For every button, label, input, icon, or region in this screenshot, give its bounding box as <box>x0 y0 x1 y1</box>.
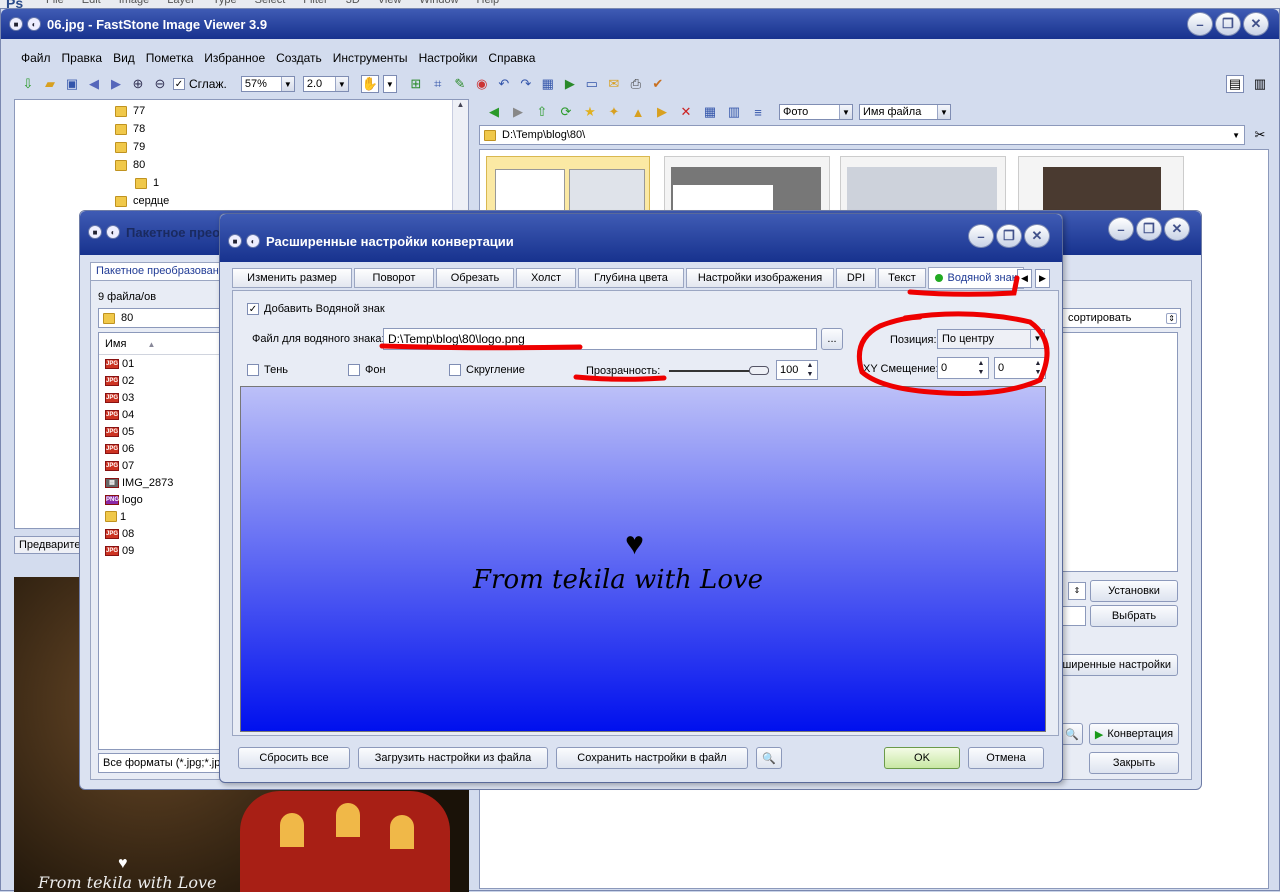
circle-position <box>856 311 1050 396</box>
underline-transparency <box>573 374 667 382</box>
red-annotations <box>379 275 1050 396</box>
underline-file <box>379 343 583 351</box>
underline-tab <box>907 275 1020 297</box>
